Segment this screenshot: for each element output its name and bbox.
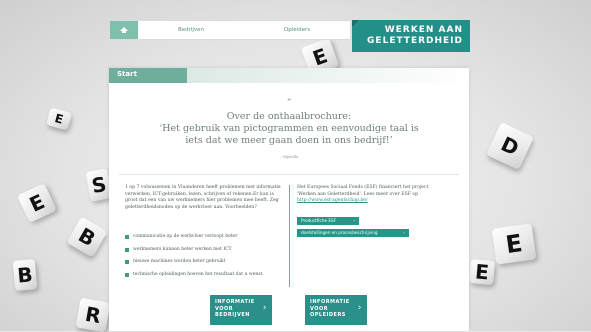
nav-link-bedrijven[interactable]: Bedrijven <box>138 27 244 33</box>
chevron-right-icon: › <box>262 303 267 313</box>
quote-author: – Myrella <box>279 154 299 159</box>
info-bedrijven-button[interactable]: INFORMATIE VOOR BEDRIJVEN › <box>210 295 272 325</box>
list-item: nieuwe machines worden beter gebruikt <box>125 259 283 272</box>
column-divider <box>289 185 290 287</box>
list-item: technische opleidingen hoeven het result… <box>125 272 283 285</box>
letter-tile: E <box>491 223 537 265</box>
doelstellingen-label: doelstellingen en procesbeschrijving <box>301 230 378 235</box>
intro-paragraph: 1 op 7 volwassenen in Vlaanderen heeft p… <box>125 185 281 210</box>
brand-line-2: GELETTERDHEID <box>367 36 463 46</box>
doelstellingen-button[interactable]: doelstellingen en procesbeschrijving › <box>297 229 409 237</box>
benefit-list: communicatie op de werkvloer verloopt be… <box>125 234 283 284</box>
chevron-right-icon: › <box>403 230 405 235</box>
chevron-right-icon: › <box>357 303 362 313</box>
letter-tile: B <box>12 259 38 291</box>
quote-mark-icon: “ <box>286 98 292 108</box>
letter-tile: E <box>468 258 496 286</box>
brand-line-1: WERKEN AAN <box>384 25 463 35</box>
brand-logo[interactable]: WERKEN AAN GELETTERDHEID <box>352 20 470 52</box>
list-item: werknemers kunnen beter werken met ICT <box>125 247 283 260</box>
top-nav: Bedrijven Opleiders <box>109 20 351 40</box>
productfiche-label: Productfiche ESF <box>301 218 337 223</box>
divider <box>119 174 459 175</box>
section-title: Start <box>117 70 137 78</box>
quote-text-line-1: ‘Het gebruik van pictogrammen en eenvoud… <box>159 123 419 134</box>
esf-text: Het Europees Sociaal Fonds (ESF) financi… <box>297 185 429 197</box>
esf-link[interactable]: http://www.esf-agentschap.be/ <box>297 198 368 203</box>
home-button[interactable] <box>110 21 138 39</box>
chevron-right-icon: › <box>353 218 355 223</box>
main-card: Start “ Over de onthaalbrochure: ‘Het ge… <box>109 68 469 331</box>
home-icon <box>120 27 128 33</box>
list-item: communicatie op de werkvloer verloopt be… <box>125 234 283 247</box>
info-opleiders-button[interactable]: INFORMATIE VOOR OPLEIDERS › <box>305 295 367 325</box>
productfiche-button[interactable]: Productfiche ESF › <box>297 217 359 225</box>
esf-paragraph: Het Europees Sociaal Fonds (ESF) financi… <box>297 185 447 205</box>
quote-text-line-2: iets dat we meer gaan doen in ons bedrij… <box>185 135 393 146</box>
nav-link-opleiders[interactable]: Opleiders <box>244 27 350 33</box>
brand-ribbon-fold <box>352 20 359 27</box>
quote-intro: Over de onthaalbrochure: <box>226 111 352 122</box>
letter-tile: R <box>75 297 111 332</box>
